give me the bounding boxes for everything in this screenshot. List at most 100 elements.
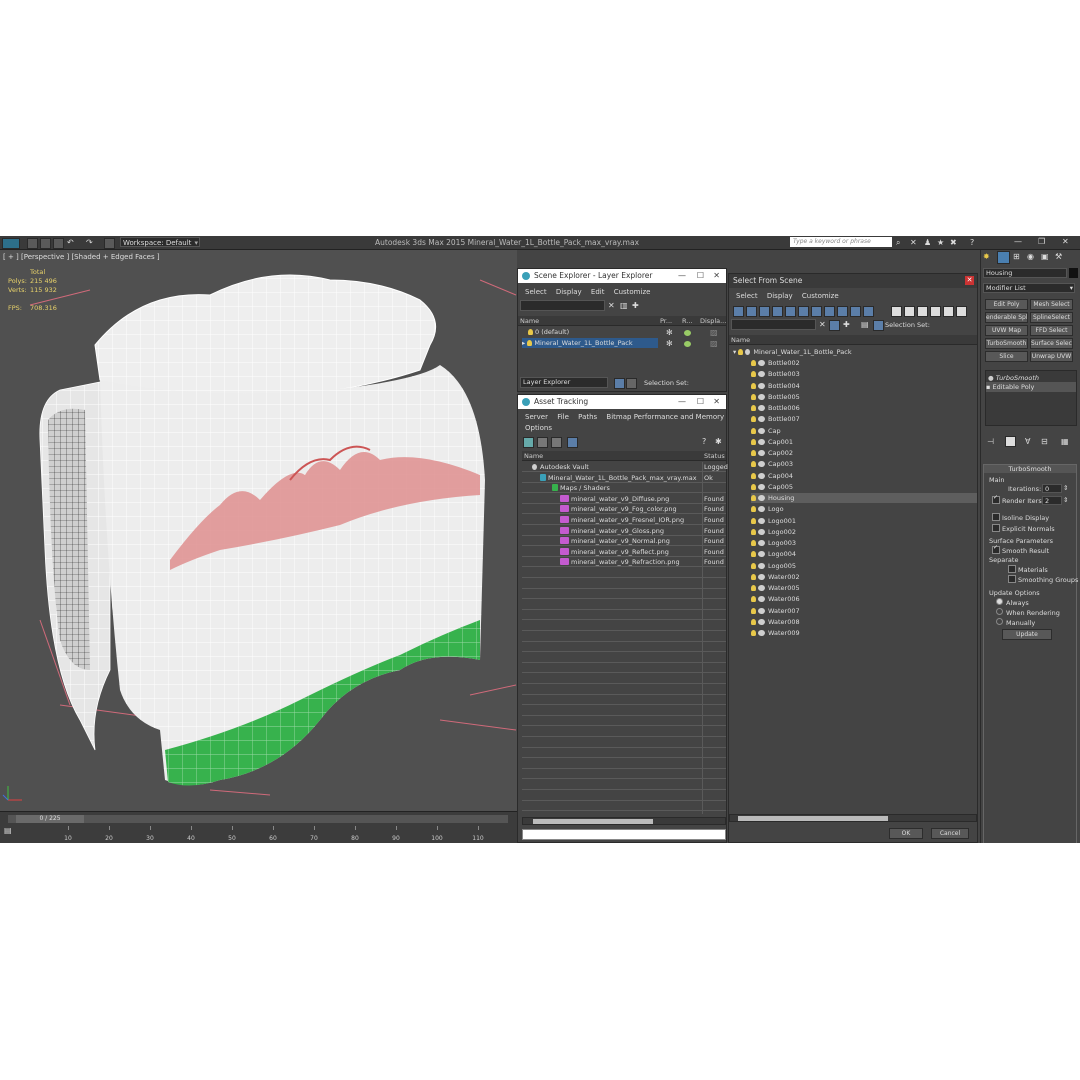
checkbox-icon[interactable] [992,524,1000,532]
menu-file[interactable]: File [557,413,569,421]
viewport-label[interactable]: [ + ] [Perspective ] [Shaded + Edged Fac… [3,253,160,261]
scene-object-row[interactable]: Bottle006 [751,403,977,413]
when-rendering-radio[interactable]: When Rendering [996,608,1060,617]
modifier-button[interactable]: SplineSelect [1030,312,1073,323]
light-bulb-icon[interactable] [751,573,756,580]
scene-object-row[interactable]: Water009 [751,628,977,638]
object-type-filter-icon[interactable] [863,306,874,317]
asset-row[interactable]: mineral_water_v9_Fog_color.png [560,504,698,514]
light-bulb-icon[interactable] [751,483,756,490]
object-type-filter-icon[interactable] [759,306,770,317]
light-bulb-icon[interactable] [751,528,756,535]
scene-object-row[interactable]: Logo [751,504,977,514]
asset-row[interactable]: mineral_water_v9_Diffuse.png [560,494,698,504]
column-name[interactable]: Name [518,316,658,326]
create-tab-icon[interactable]: ✸ [983,252,990,261]
menu-server[interactable]: Server [525,413,548,421]
scene-object-row[interactable]: Water008 [751,617,977,627]
grid-view-icon[interactable] [567,437,578,448]
iterations-spinner[interactable]: 0 [1042,484,1062,493]
object-type-filter-icon[interactable] [837,306,848,317]
open-file-icon[interactable] [40,238,51,249]
restore-icon[interactable]: ❐ [1038,237,1045,246]
scene-object-row[interactable]: Bottle002 [751,358,977,368]
workspace-dropdown[interactable]: Workspace: Default ▾ [120,237,200,247]
asset-row[interactable]: mineral_water_v9_Gloss.png [560,526,698,536]
explicit-normals-checkbox[interactable]: Explicit Normals [992,524,1055,533]
object-type-filter-icon[interactable] [746,306,757,317]
scrollbar-thumb[interactable] [738,816,888,821]
light-bulb-icon[interactable] [751,630,756,636]
always-radio[interactable]: Always [996,598,1029,607]
light-bulb-icon[interactable] [528,329,533,335]
scene-object-row[interactable]: Bottle007 [751,414,977,424]
close-icon[interactable]: ✕ [713,269,720,283]
smooth-result-checkbox[interactable]: Smooth Result [992,544,1049,555]
light-bulb-icon[interactable] [751,438,756,445]
stack-item-editable-poly[interactable]: ▪ Editable Poly [986,382,1076,392]
cancel-button[interactable]: Cancel [931,828,969,839]
column-name[interactable]: Name [522,451,702,461]
light-bulb-icon[interactable] [751,382,756,389]
materials-checkbox[interactable]: Materials [1008,565,1048,574]
scrollbar-thumb[interactable] [533,819,653,824]
freeze-icon[interactable]: ✻ [666,339,673,348]
menu-display[interactable]: Display [556,288,582,296]
light-bulb-icon[interactable] [751,607,756,614]
show-end-result-icon[interactable] [1005,436,1016,447]
render-iters-spinner[interactable]: 2 [1042,496,1062,505]
scene-object-row[interactable]: Logo004 [751,549,977,559]
light-bulb-icon[interactable] [738,349,744,355]
column-status[interactable]: Status [702,451,726,461]
object-name-field[interactable]: Housing [983,268,1067,278]
light-bulb-icon[interactable] [751,551,756,558]
light-bulb-icon[interactable] [751,540,756,546]
refresh-icon[interactable] [523,437,534,448]
scene-root-row[interactable]: ▾ Mineral_Water_1L_Bottle_Pack [733,347,977,357]
scene-object-row[interactable]: Cap [751,426,977,436]
pin-stack-icon[interactable]: ⊣ [987,437,994,446]
menu-customize[interactable]: Customize [614,288,651,296]
search-input[interactable]: Type a keyword or phrase [790,237,892,247]
layer-row-bottle-pack[interactable]: ▸ Mineral_Water_1L_Bottle_Pack [522,338,658,348]
list-view-icon[interactable] [537,437,548,448]
minimize-icon[interactable]: — [1014,237,1022,246]
favorites-icon[interactable]: ★ [937,238,944,247]
scene-object-row[interactable]: Cap004 [751,471,977,481]
time-slider[interactable]: 0 / 225 [8,815,508,823]
menu-select[interactable]: Select [736,292,758,300]
object-type-filter-icon[interactable] [798,306,809,317]
asset-row[interactable]: mineral_water_v9_Fresnel_IOR.png [560,515,698,525]
modifier-list-dropdown[interactable]: Modifier List ▾ [983,283,1075,293]
maximize-icon[interactable]: ☐ [697,395,704,409]
perspective-viewport[interactable]: [ + ] [Perspective ] [Shaded + Edged Fac… [0,250,517,811]
layer-toggle-icon[interactable] [614,378,625,389]
modifier-button[interactable]: UVW Map [985,325,1028,336]
checkbox-icon[interactable] [992,513,1000,521]
layers-icon[interactable]: ▤ [861,320,869,329]
help-icon[interactable]: ? [702,437,706,446]
radio-icon[interactable] [996,598,1003,605]
asset-row[interactable]: mineral_water_v9_Reflect.png [560,547,698,557]
view-option-icon[interactable] [956,306,967,317]
horizontal-scrollbar[interactable] [729,814,977,822]
clear-search-icon[interactable]: ✕ [819,320,826,329]
modifier-button[interactable]: Surface Select [1030,338,1073,349]
save-file-icon[interactable] [53,238,64,249]
asset-row[interactable]: mineral_water_v9_Normal.png [560,536,698,546]
object-type-filter-icon[interactable] [850,306,861,317]
light-bulb-icon[interactable] [751,562,756,569]
scene-object-row[interactable]: Logo002 [751,527,977,537]
hierarchy-toggle-icon[interactable] [626,378,637,389]
light-bulb-icon[interactable] [751,517,756,524]
scene-object-row[interactable]: Cap002 [751,448,977,458]
hierarchy-icon[interactable] [873,320,884,331]
object-type-filter-icon[interactable] [811,306,822,317]
layer-row-default[interactable]: 0 (default) [528,327,658,337]
radio-icon[interactable] [996,618,1003,625]
checkbox-icon[interactable] [1008,565,1016,573]
close-icon[interactable]: ✕ [965,276,974,285]
menu-select[interactable]: Select [525,288,547,296]
light-bulb-icon[interactable] [751,393,756,400]
hierarchy-tab-icon[interactable]: ⊞ [1013,252,1020,261]
